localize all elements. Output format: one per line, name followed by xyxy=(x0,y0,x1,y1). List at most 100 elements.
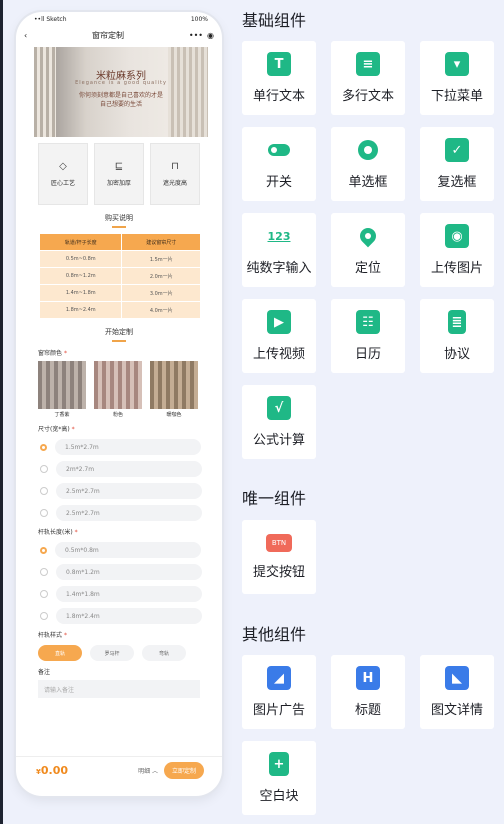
banner-subtitle: Elegance is a good quality xyxy=(75,80,167,86)
table-header: 轨道/杆子长度 建议窗帘尺寸 xyxy=(38,233,201,251)
picture-text-icon: ◣ xyxy=(445,666,469,690)
rail-option[interactable]: 0.5m*0.8m xyxy=(40,542,222,558)
component-single-text[interactable]: T 单行文本 xyxy=(242,41,316,115)
color-name: 粉色 xyxy=(112,412,123,418)
banner-line2: 自己想要的生活 xyxy=(99,101,142,108)
rail-value: 0.5m*0.8m xyxy=(55,542,201,558)
target-icon[interactable]: ◉ xyxy=(207,31,214,40)
radio[interactable] xyxy=(40,612,48,620)
component-heading[interactable]: H 标题 xyxy=(331,655,405,729)
add-block-icon: + xyxy=(269,752,289,776)
size-option[interactable]: 1.5m*2.7m xyxy=(40,439,222,455)
section-basic-title: 基础组件 xyxy=(242,11,307,30)
color-option[interactable]: 丁香紫 xyxy=(38,361,86,418)
feature-label: 匠心工艺 xyxy=(50,180,75,187)
banner-line1: 你何须刻意都是自己喜欢的才是 xyxy=(78,92,163,99)
component-location[interactable]: 定位 xyxy=(331,213,405,287)
component-dropdown[interactable]: ▾ 下拉菜单 xyxy=(420,41,494,115)
submit-button[interactable]: 立即定制 xyxy=(163,762,204,779)
component-image-ad[interactable]: ◢ 图片广告 xyxy=(242,655,316,729)
size-value: 1.5m*2.7m xyxy=(55,439,201,455)
component-label: 公式计算 xyxy=(252,433,305,448)
component-number[interactable]: 123 纯数字输入 xyxy=(242,213,316,287)
size-option[interactable]: 2m*2.7m xyxy=(40,461,222,477)
rail-option[interactable]: 1.4m*1.8m xyxy=(40,586,222,602)
rail-option[interactable]: 0.8m*1.2m xyxy=(40,564,222,580)
component-label: 协议 xyxy=(443,347,470,362)
color-option[interactable]: 粉色 xyxy=(94,361,142,418)
component-label: 多行文本 xyxy=(341,89,394,104)
table-row: 1.4m~1.8m 3.0m一片 xyxy=(38,284,201,302)
style-chip[interactable]: 弯轨 xyxy=(142,645,186,661)
component-rich-detail[interactable]: ◣ 图文详情 xyxy=(420,655,494,729)
radio[interactable] xyxy=(40,465,48,473)
rail-option[interactable]: 1.8m*2.4m xyxy=(40,608,222,624)
radio[interactable] xyxy=(40,590,48,598)
required-mark: * xyxy=(71,426,75,433)
component-formula[interactable]: √ 公式计算 xyxy=(242,385,316,459)
text-icon: T xyxy=(267,52,291,76)
box-icon: ⊑ xyxy=(114,161,124,172)
rail-value: 1.8m*2.4m xyxy=(56,608,202,624)
formula-icon: √ xyxy=(267,396,291,420)
component-blank[interactable]: + 空白块 xyxy=(242,741,316,815)
style-options: 直轨 罗马杆 弯轨 xyxy=(38,645,222,661)
radio[interactable] xyxy=(40,487,48,495)
radio-selected[interactable] xyxy=(40,443,47,451)
table-cell: 4.0m一片 xyxy=(121,301,201,319)
size-label: 尺寸(宽*高) * xyxy=(38,424,222,433)
color-options: 丁香紫 粉色 暖咖色 xyxy=(38,361,222,418)
size-table: 轨道/杆子长度 建议窗帘尺寸 0.5m~0.8m 1.5m一片 0.8m~1.2m… xyxy=(38,233,201,319)
component-label: 单行文本 xyxy=(252,89,305,104)
note-input[interactable]: 请输入备注 xyxy=(38,680,200,698)
color-option[interactable]: 暖咖色 xyxy=(150,361,198,418)
status-bar: ••ll Sketch 100% xyxy=(16,12,222,26)
component-radio[interactable]: 单选框 xyxy=(331,127,405,201)
component-multi-text[interactable]: ≡ 多行文本 xyxy=(331,41,405,115)
color-name: 暖咖色 xyxy=(166,412,182,418)
size-label-text: 尺寸(宽*高) xyxy=(38,426,70,433)
location-pin-icon xyxy=(356,224,380,248)
custom-title: 开始定制 xyxy=(16,327,222,342)
section-other-title: 其他组件 xyxy=(242,625,307,644)
left-edge xyxy=(0,0,3,824)
component-upload-video[interactable]: ▶ 上传视频 xyxy=(242,299,316,373)
rail-value: 1.4m*1.8m xyxy=(56,586,202,602)
page-title: 窗帘定制 xyxy=(92,30,125,40)
banner-image: 米粒麻系列 Elegance is a good quality 你何须刻意都是… xyxy=(34,47,208,137)
component-checkbox[interactable]: ✓ 复选框 xyxy=(420,127,494,201)
table-cell: 0.5m~0.8m xyxy=(38,250,123,268)
component-label: 日历 xyxy=(354,347,381,362)
table-cell: 1.5m一片 xyxy=(121,250,201,268)
radio-selected[interactable] xyxy=(40,546,47,554)
price-value: 0.00 xyxy=(40,764,69,777)
more-icon[interactable]: ••• xyxy=(189,31,203,40)
style-chip[interactable]: 罗马杆 xyxy=(90,645,134,661)
component-calendar[interactable]: ☷ 日历 xyxy=(331,299,405,373)
component-upload-image[interactable]: ◉ 上传图片 xyxy=(420,213,494,287)
color-swatch xyxy=(38,361,86,409)
radio[interactable] xyxy=(40,509,48,517)
button-icon: BTN xyxy=(266,534,292,552)
color-label: 窗帘颜色 * xyxy=(38,348,222,357)
style-chip-selected[interactable]: 直轨 xyxy=(38,645,82,661)
size-value: 2m*2.7m xyxy=(56,461,202,477)
size-value: 2.5m*2.7m xyxy=(56,505,202,521)
size-option[interactable]: 2.5m*2.7m xyxy=(40,483,222,499)
camera-icon: ◉ xyxy=(445,224,469,248)
back-icon[interactable]: ‹ xyxy=(24,31,27,40)
component-agreement[interactable]: ≣ 协议 xyxy=(420,299,494,373)
size-option[interactable]: 2.5m*2.7m xyxy=(40,505,222,521)
component-submit-button[interactable]: BTN 提交按钮 xyxy=(242,520,316,594)
detail-toggle[interactable]: 明细 ︿ xyxy=(138,766,158,775)
feature-label: 遮光度高 xyxy=(162,180,187,187)
capsule: ••• ◉ xyxy=(189,31,214,40)
component-switch[interactable]: 开关 xyxy=(242,127,316,201)
color-name: 丁香紫 xyxy=(54,412,70,418)
component-label: 下拉菜单 xyxy=(430,89,483,104)
component-label: 空白块 xyxy=(259,789,299,804)
radio[interactable] xyxy=(40,568,48,576)
color-label-text: 窗帘颜色 xyxy=(38,350,63,357)
table-row: 0.5m~0.8m 1.5m一片 xyxy=(38,250,201,268)
phone-preview: ••ll Sketch 100% ‹ 窗帘定制 ••• ◉ 米粒麻系列 Eleg… xyxy=(16,12,222,796)
